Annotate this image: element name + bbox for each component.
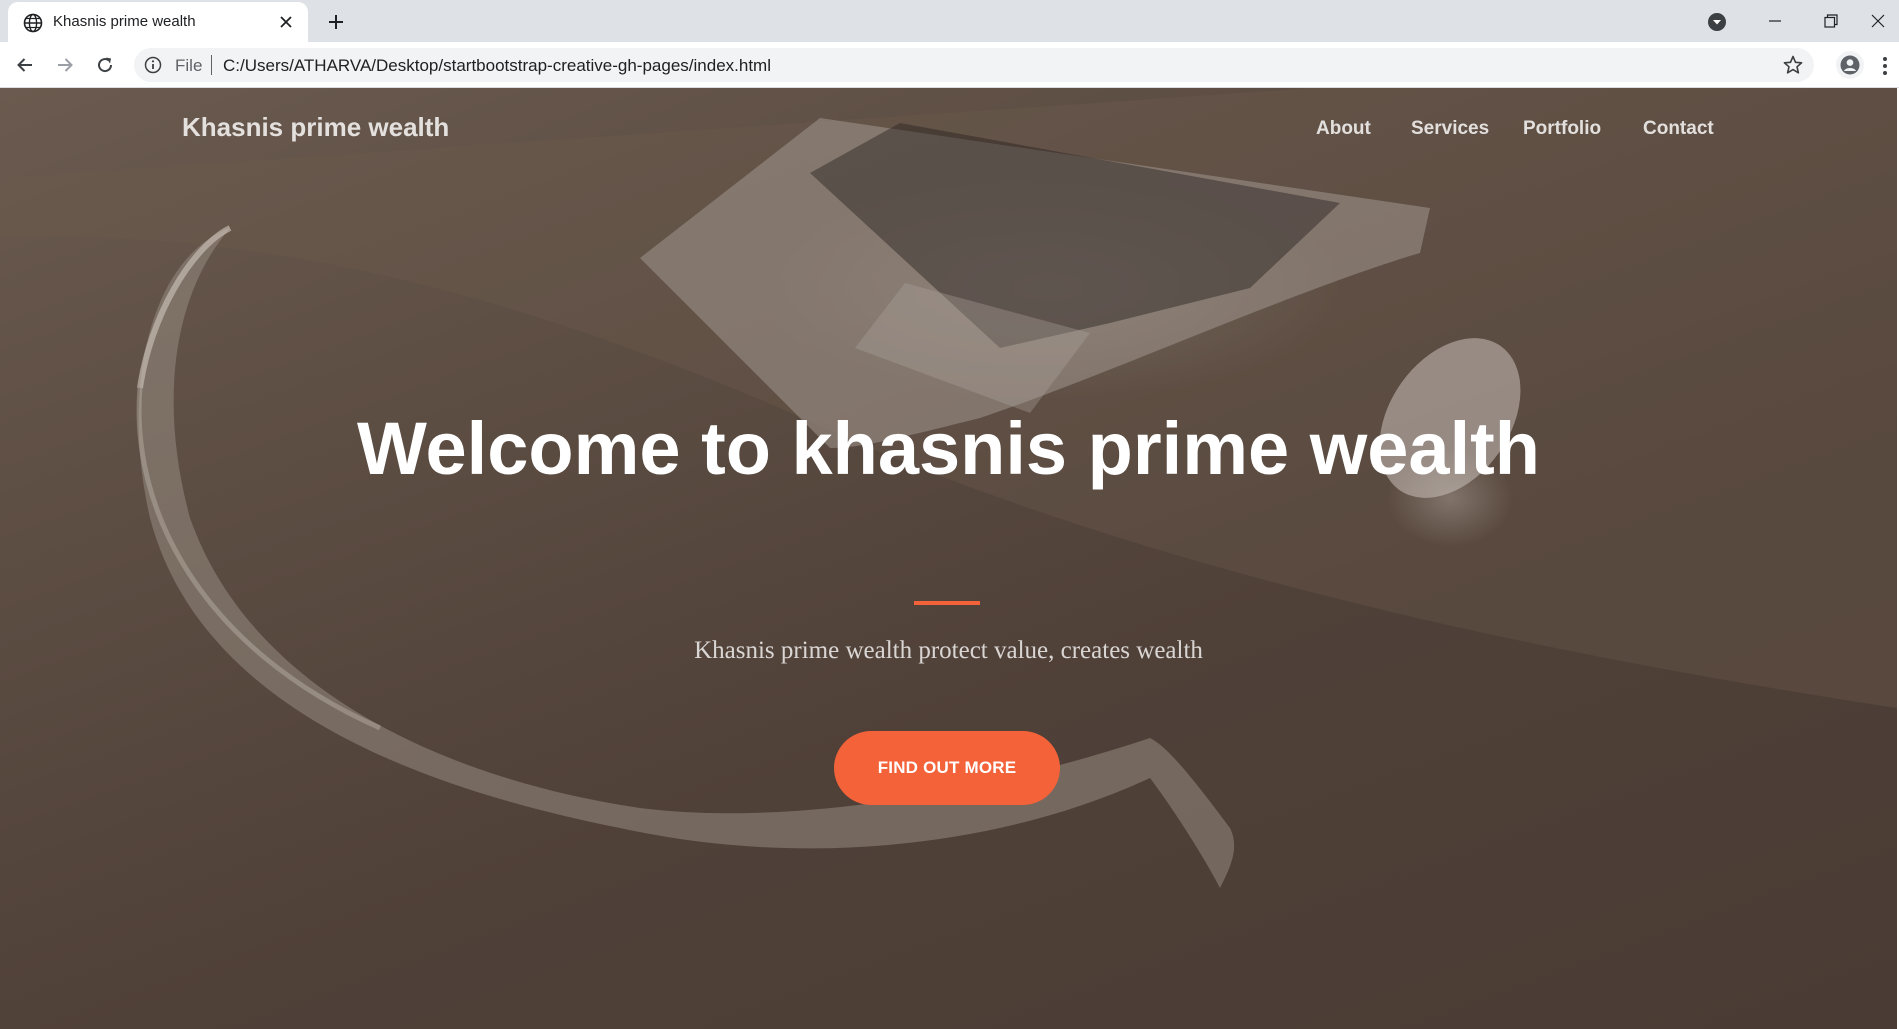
plus-icon[interactable] bbox=[322, 8, 350, 36]
hero-subtitle: Khasnis prime wealth protect value, crea… bbox=[694, 637, 1203, 664]
browser-toolbar: File C:/Users/ATHARVA/Desktop/startboots… bbox=[0, 42, 1899, 88]
tab-title: Khasnis prime wealth bbox=[53, 13, 196, 30]
restore-icon[interactable] bbox=[1803, 0, 1859, 42]
globe-icon bbox=[22, 12, 44, 34]
tab-search-icon[interactable] bbox=[1703, 8, 1731, 36]
star-icon[interactable] bbox=[1782, 54, 1804, 76]
forward-arrow-icon[interactable] bbox=[49, 49, 81, 81]
window-close-icon[interactable] bbox=[1857, 0, 1899, 42]
nav-link-contact[interactable]: Contact bbox=[1643, 118, 1714, 140]
find-out-more-button[interactable]: FIND OUT MORE bbox=[834, 731, 1060, 805]
address-bar[interactable]: File C:/Users/ATHARVA/Desktop/startboots… bbox=[134, 48, 1814, 82]
address-url[interactable]: C:/Users/ATHARVA/Desktop/startbootstrap-… bbox=[223, 56, 771, 76]
reload-icon[interactable] bbox=[89, 49, 121, 81]
minimize-icon[interactable] bbox=[1747, 0, 1803, 42]
nav-link-portfolio[interactable]: Portfolio bbox=[1523, 118, 1601, 140]
hero-title: Welcome to khasnis prime wealth bbox=[357, 407, 1540, 490]
nav-link-about[interactable]: About bbox=[1316, 118, 1371, 140]
tab-strip: Khasnis prime wealth bbox=[0, 0, 1899, 42]
hero-background-image bbox=[0, 88, 1897, 888]
close-icon[interactable] bbox=[274, 10, 298, 34]
profile-icon[interactable] bbox=[1836, 51, 1864, 79]
site-brand-link[interactable]: Khasnis prime wealth bbox=[182, 112, 449, 143]
page-viewport: Khasnis prime wealth About Services Port… bbox=[0, 88, 1897, 1029]
kebab-menu-icon[interactable] bbox=[1876, 52, 1894, 80]
back-arrow-icon[interactable] bbox=[9, 49, 41, 81]
info-icon[interactable] bbox=[144, 56, 162, 74]
site-navbar: Khasnis prime wealth About Services Port… bbox=[0, 88, 1897, 178]
address-scheme: File bbox=[175, 56, 203, 75]
nav-link-services[interactable]: Services bbox=[1411, 118, 1489, 140]
hero-divider bbox=[914, 601, 980, 605]
address-separator bbox=[211, 55, 212, 75]
browser-tab[interactable]: Khasnis prime wealth bbox=[8, 2, 308, 42]
